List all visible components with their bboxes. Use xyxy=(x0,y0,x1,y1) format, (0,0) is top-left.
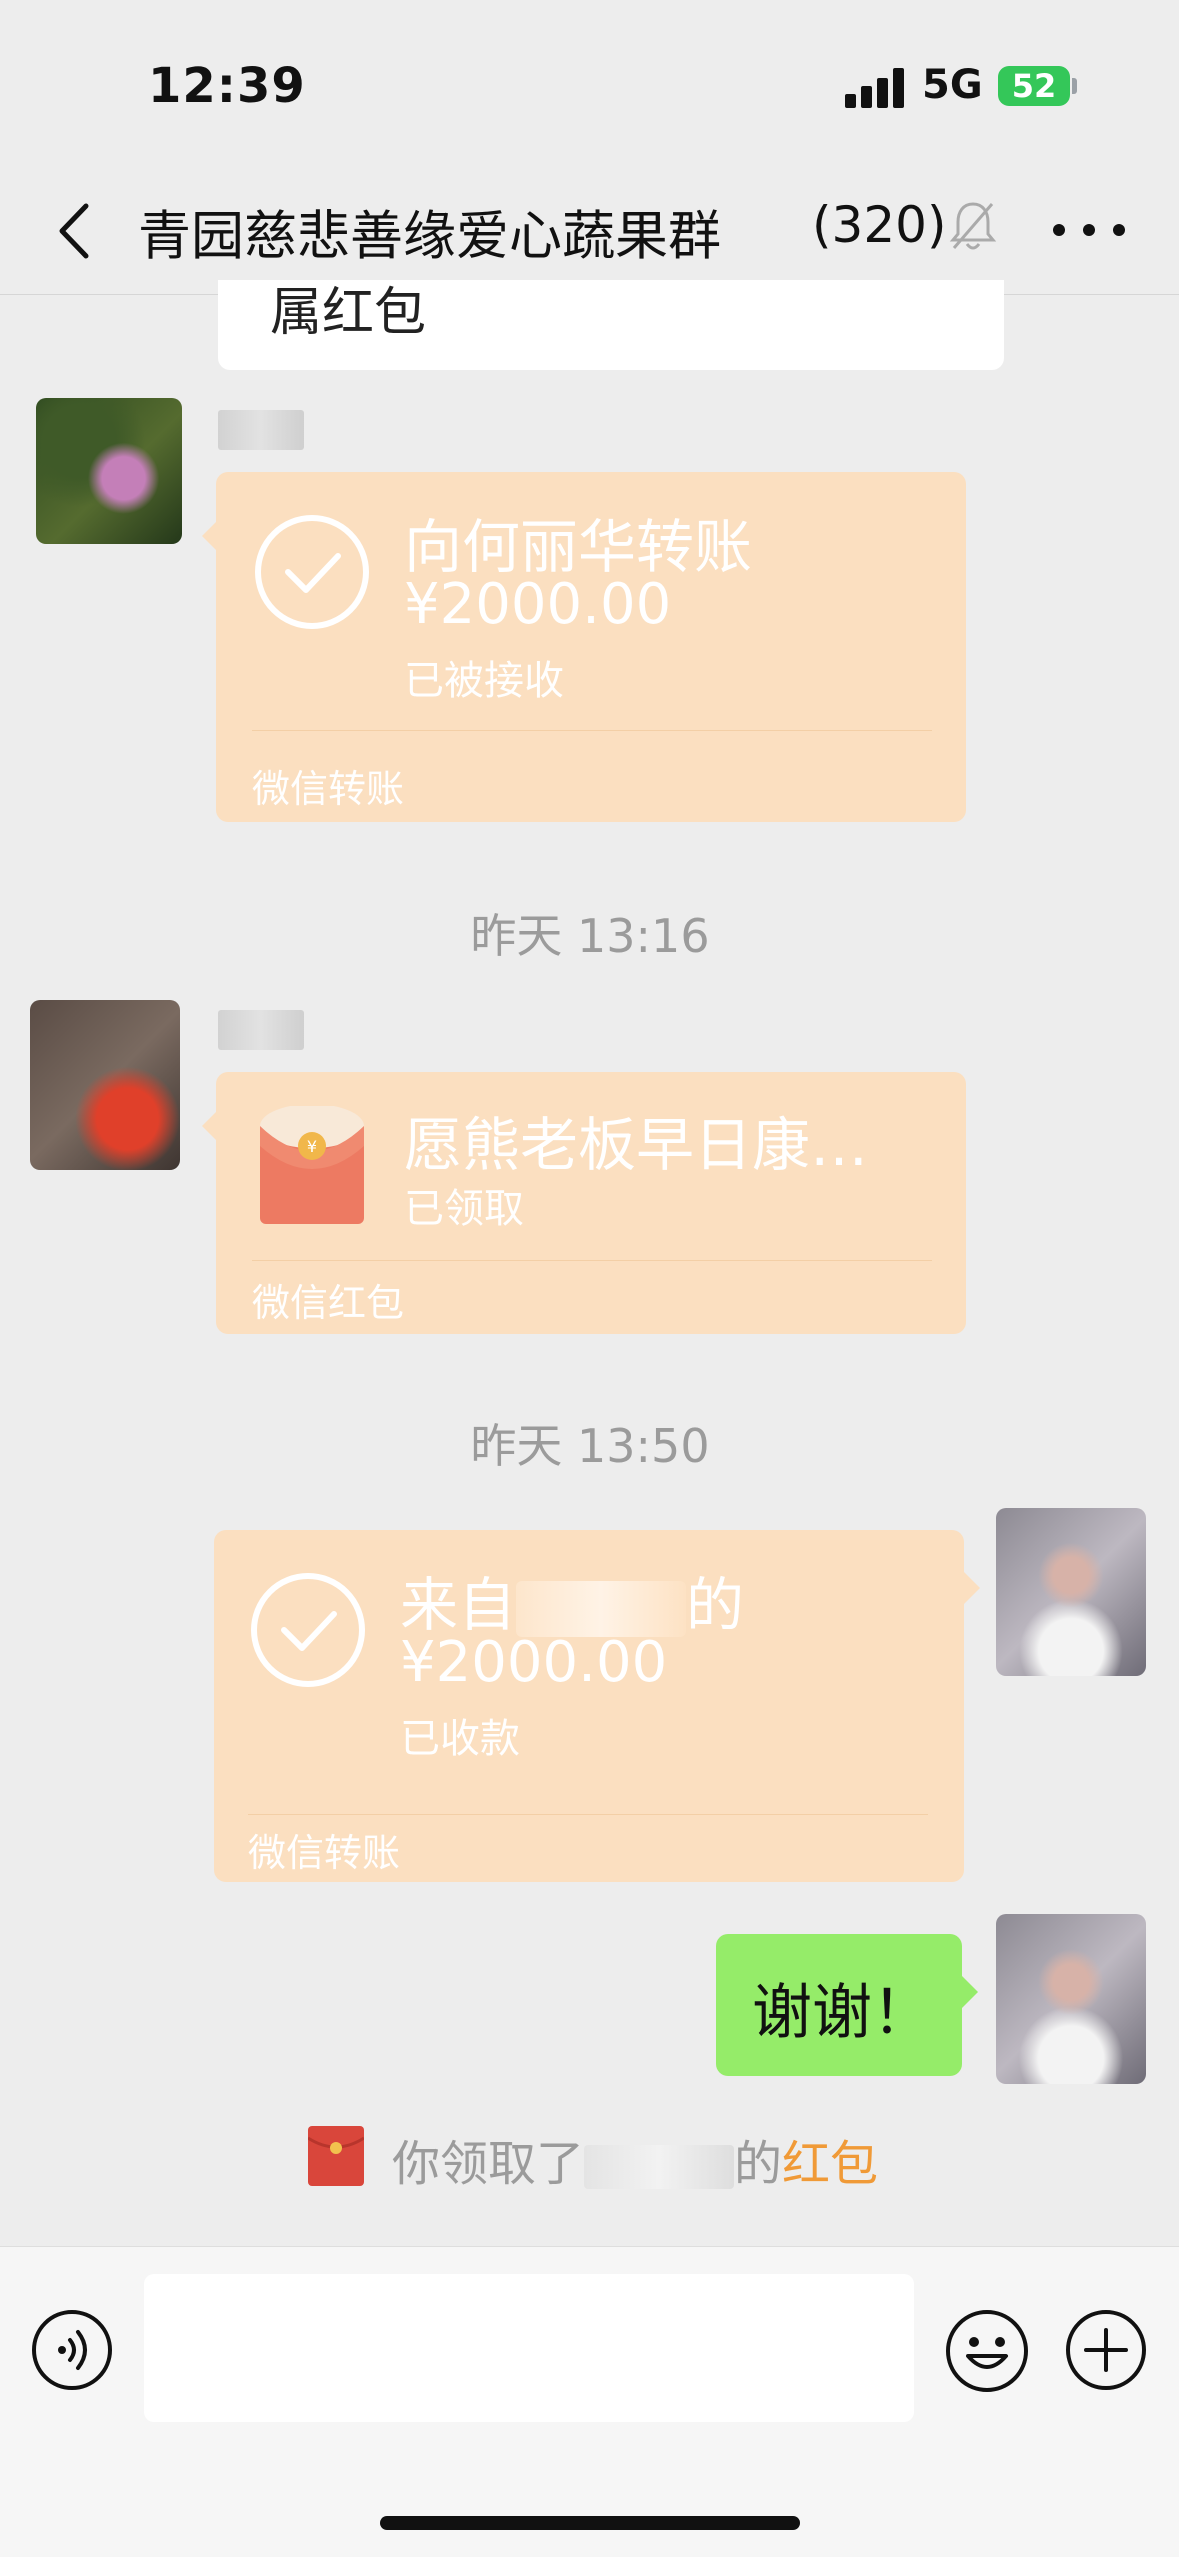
battery-level: 52 xyxy=(1011,67,1057,105)
voice-input-icon[interactable] xyxy=(30,2308,114,2392)
red-envelope-icon xyxy=(308,2126,364,2186)
back-arrow-icon[interactable] xyxy=(42,196,112,266)
card-divider xyxy=(248,1814,928,1815)
red-packet-card[interactable]: ¥ 愿熊老板早日康… 已领取 微信红包 xyxy=(216,1072,966,1334)
avatar-self[interactable] xyxy=(996,1508,1146,1676)
avatar[interactable] xyxy=(30,1000,180,1170)
timestamp: 昨天 13:50 xyxy=(470,1419,710,1473)
message-text: 谢谢！ xyxy=(752,1978,932,2048)
transfer-status: 已收款 xyxy=(400,1716,520,1762)
partial-message-text: 属红包 xyxy=(270,283,427,343)
cellular-signal-icon xyxy=(845,68,907,108)
check-circle-icon xyxy=(251,1573,365,1687)
sender-name-blurred xyxy=(218,1010,304,1050)
mute-bell-icon xyxy=(949,202,997,250)
system-notice-suffix: 的 xyxy=(734,2136,783,2192)
bubble-tail xyxy=(962,1976,978,2008)
transfer-status: 已被接收 xyxy=(404,658,564,704)
home-indicator[interactable] xyxy=(380,2516,800,2530)
avatar[interactable] xyxy=(36,398,182,544)
red-packet-link[interactable]: 红包 xyxy=(782,2136,878,2192)
status-time: 12:39 xyxy=(148,58,306,114)
battery-tip xyxy=(1072,78,1077,94)
sender-name-blurred xyxy=(218,410,304,450)
card-divider xyxy=(252,730,932,731)
message-bubble-partial[interactable]: 属红包 xyxy=(218,280,1004,370)
card-divider xyxy=(252,1260,932,1261)
transfer-amount: ¥2000.00 xyxy=(400,1630,668,1695)
red-envelope-icon: ¥ xyxy=(260,1106,364,1224)
transfer-card[interactable]: 向何丽华转账 ¥2000.00 已被接收 微信转账 xyxy=(216,472,966,822)
system-notice-prefix: 你领取了 xyxy=(392,2136,585,2192)
timestamp: 昨天 13:16 xyxy=(470,909,710,963)
message-input[interactable] xyxy=(144,2274,914,2422)
more-functions-plus-icon[interactable] xyxy=(1064,2308,1148,2392)
card-footer: 微信转账 xyxy=(248,1831,401,1875)
transfer-card[interactable]: 来自 的 ¥2000.00 已收款 微信转账 xyxy=(214,1530,964,1882)
red-packet-title: 愿熊老板早日康… xyxy=(404,1111,869,1179)
network-type: 5G xyxy=(922,62,983,108)
transfer-title-suffix: 的 xyxy=(686,1571,745,1639)
more-options-icon[interactable] xyxy=(1048,210,1130,250)
transfer-title-prefix: 来自 xyxy=(400,1571,517,1639)
blurred-name xyxy=(584,2145,735,2189)
transfer-amount: ¥2000.00 xyxy=(404,572,672,637)
member-count: (320) xyxy=(812,196,947,254)
card-footer: 微信转账 xyxy=(252,767,405,811)
bubble-tail xyxy=(964,1572,980,1604)
chat-title: 青园慈悲善缘爱心蔬果群 xyxy=(138,206,721,267)
self-message-bubble[interactable]: 谢谢！ xyxy=(716,1934,962,2076)
card-footer: 微信红包 xyxy=(252,1281,405,1325)
system-notice: 你领取了 的红包 xyxy=(392,2124,878,2194)
check-circle-icon xyxy=(255,515,369,629)
emoji-icon[interactable] xyxy=(944,2308,1030,2394)
blurred-name xyxy=(516,1580,687,1637)
red-packet-status: 已领取 xyxy=(404,1186,524,1232)
avatar-self[interactable] xyxy=(996,1914,1146,2084)
battery-icon: 52 xyxy=(998,66,1070,106)
svg-text:¥: ¥ xyxy=(307,1137,317,1156)
